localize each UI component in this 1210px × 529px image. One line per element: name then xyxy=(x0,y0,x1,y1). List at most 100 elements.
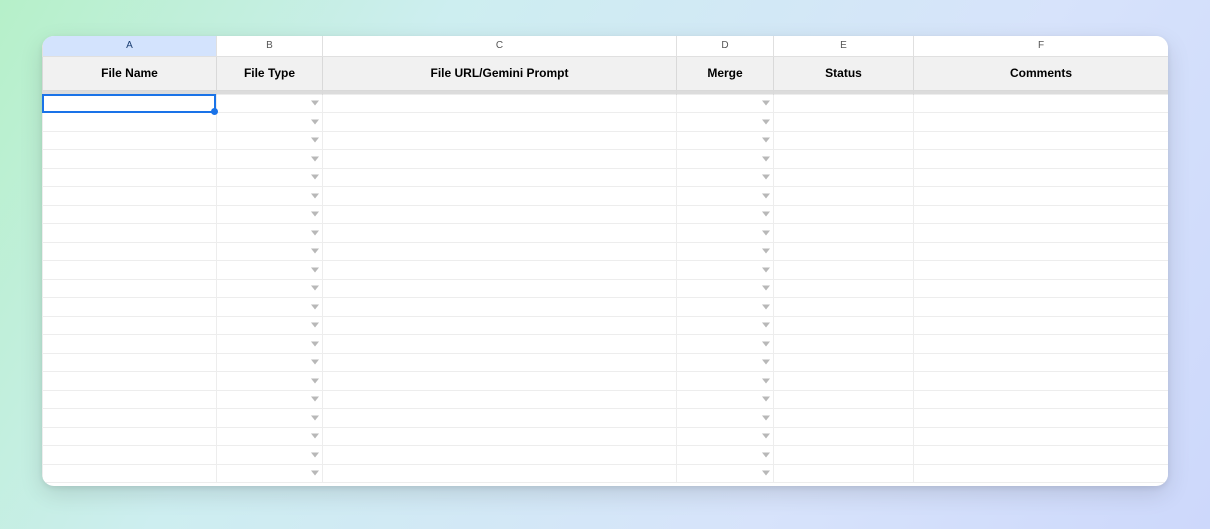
dropdown-icon[interactable] xyxy=(762,138,770,143)
dropdown-icon[interactable] xyxy=(762,471,770,476)
cell-a[interactable] xyxy=(43,390,217,409)
cell-a[interactable] xyxy=(43,242,217,261)
cell-a[interactable] xyxy=(43,464,217,483)
cell-b[interactable] xyxy=(217,261,323,280)
cell-b[interactable] xyxy=(217,335,323,354)
cell-f[interactable] xyxy=(914,113,1169,132)
dropdown-icon[interactable] xyxy=(311,452,319,457)
cell-e[interactable] xyxy=(774,298,914,317)
cell-a[interactable] xyxy=(43,372,217,391)
dropdown-icon[interactable] xyxy=(311,249,319,254)
cell-e[interactable] xyxy=(774,131,914,150)
cell-d[interactable] xyxy=(677,409,774,428)
cell-d[interactable] xyxy=(677,187,774,206)
cell-d[interactable] xyxy=(677,94,774,113)
cell-f[interactable] xyxy=(914,372,1169,391)
dropdown-icon[interactable] xyxy=(311,212,319,217)
cell-f[interactable] xyxy=(914,150,1169,169)
cell-c[interactable] xyxy=(323,464,677,483)
dropdown-icon[interactable] xyxy=(311,378,319,383)
dropdown-icon[interactable] xyxy=(762,119,770,124)
col-letter-f[interactable]: F xyxy=(914,36,1169,56)
dropdown-icon[interactable] xyxy=(762,434,770,439)
cell-d[interactable] xyxy=(677,205,774,224)
cell-d[interactable] xyxy=(677,279,774,298)
dropdown-icon[interactable] xyxy=(762,175,770,180)
dropdown-icon[interactable] xyxy=(762,267,770,272)
cell-d[interactable] xyxy=(677,427,774,446)
dropdown-icon[interactable] xyxy=(311,434,319,439)
dropdown-icon[interactable] xyxy=(762,230,770,235)
col-letter-a[interactable]: A xyxy=(43,36,217,56)
dropdown-icon[interactable] xyxy=(311,304,319,309)
cell-c[interactable] xyxy=(323,372,677,391)
cell-e[interactable] xyxy=(774,446,914,465)
cell-b[interactable] xyxy=(217,446,323,465)
cell-e[interactable] xyxy=(774,427,914,446)
cell-f[interactable] xyxy=(914,409,1169,428)
dropdown-icon[interactable] xyxy=(762,452,770,457)
dropdown-icon[interactable] xyxy=(762,360,770,365)
cell-f[interactable] xyxy=(914,131,1169,150)
cell-b[interactable] xyxy=(217,464,323,483)
header-file-url[interactable]: File URL/Gemini Prompt xyxy=(323,56,677,90)
cell-e[interactable] xyxy=(774,94,914,113)
cell-d[interactable] xyxy=(677,335,774,354)
dropdown-icon[interactable] xyxy=(762,378,770,383)
cell-c[interactable] xyxy=(323,427,677,446)
cell-b[interactable] xyxy=(217,242,323,261)
cell-e[interactable] xyxy=(774,279,914,298)
cell-d[interactable] xyxy=(677,298,774,317)
dropdown-icon[interactable] xyxy=(762,341,770,346)
cell-a[interactable] xyxy=(43,279,217,298)
cell-b[interactable] xyxy=(217,298,323,317)
dropdown-icon[interactable] xyxy=(311,341,319,346)
header-comments[interactable]: Comments xyxy=(914,56,1169,90)
cell-c[interactable] xyxy=(323,316,677,335)
cell-b[interactable] xyxy=(217,150,323,169)
cell-a[interactable] xyxy=(43,353,217,372)
dropdown-icon[interactable] xyxy=(311,471,319,476)
cell-d[interactable] xyxy=(677,168,774,187)
dropdown-icon[interactable] xyxy=(762,249,770,254)
dropdown-icon[interactable] xyxy=(311,230,319,235)
dropdown-icon[interactable] xyxy=(311,267,319,272)
cell-b[interactable] xyxy=(217,131,323,150)
grid[interactable]: A B C D E F File Name File Type File URL… xyxy=(42,36,1168,483)
dropdown-icon[interactable] xyxy=(311,119,319,124)
cell-e[interactable] xyxy=(774,409,914,428)
header-merge[interactable]: Merge xyxy=(677,56,774,90)
cell-b[interactable] xyxy=(217,427,323,446)
cell-f[interactable] xyxy=(914,316,1169,335)
header-file-name[interactable]: File Name xyxy=(43,56,217,90)
cell-c[interactable] xyxy=(323,390,677,409)
dropdown-icon[interactable] xyxy=(311,415,319,420)
cell-f[interactable] xyxy=(914,168,1169,187)
cell-a[interactable] xyxy=(43,316,217,335)
cell-e[interactable] xyxy=(774,187,914,206)
cell-e[interactable] xyxy=(774,224,914,243)
dropdown-icon[interactable] xyxy=(762,323,770,328)
cell-b[interactable] xyxy=(217,279,323,298)
dropdown-icon[interactable] xyxy=(762,156,770,161)
cell-c[interactable] xyxy=(323,242,677,261)
cell-a[interactable] xyxy=(43,298,217,317)
cell-f[interactable] xyxy=(914,261,1169,280)
cell-c[interactable] xyxy=(323,446,677,465)
cell-f[interactable] xyxy=(914,446,1169,465)
cell-d[interactable] xyxy=(677,316,774,335)
cell-c[interactable] xyxy=(323,298,677,317)
dropdown-icon[interactable] xyxy=(311,156,319,161)
dropdown-icon[interactable] xyxy=(311,286,319,291)
cell-e[interactable] xyxy=(774,150,914,169)
cell-d[interactable] xyxy=(677,446,774,465)
cell-b[interactable] xyxy=(217,187,323,206)
cell-d[interactable] xyxy=(677,113,774,132)
cell-b[interactable] xyxy=(217,372,323,391)
cell-c[interactable] xyxy=(323,261,677,280)
cell-f[interactable] xyxy=(914,279,1169,298)
dropdown-icon[interactable] xyxy=(762,101,770,106)
cell-a[interactable] xyxy=(43,94,217,113)
dropdown-icon[interactable] xyxy=(311,360,319,365)
cell-f[interactable] xyxy=(914,464,1169,483)
